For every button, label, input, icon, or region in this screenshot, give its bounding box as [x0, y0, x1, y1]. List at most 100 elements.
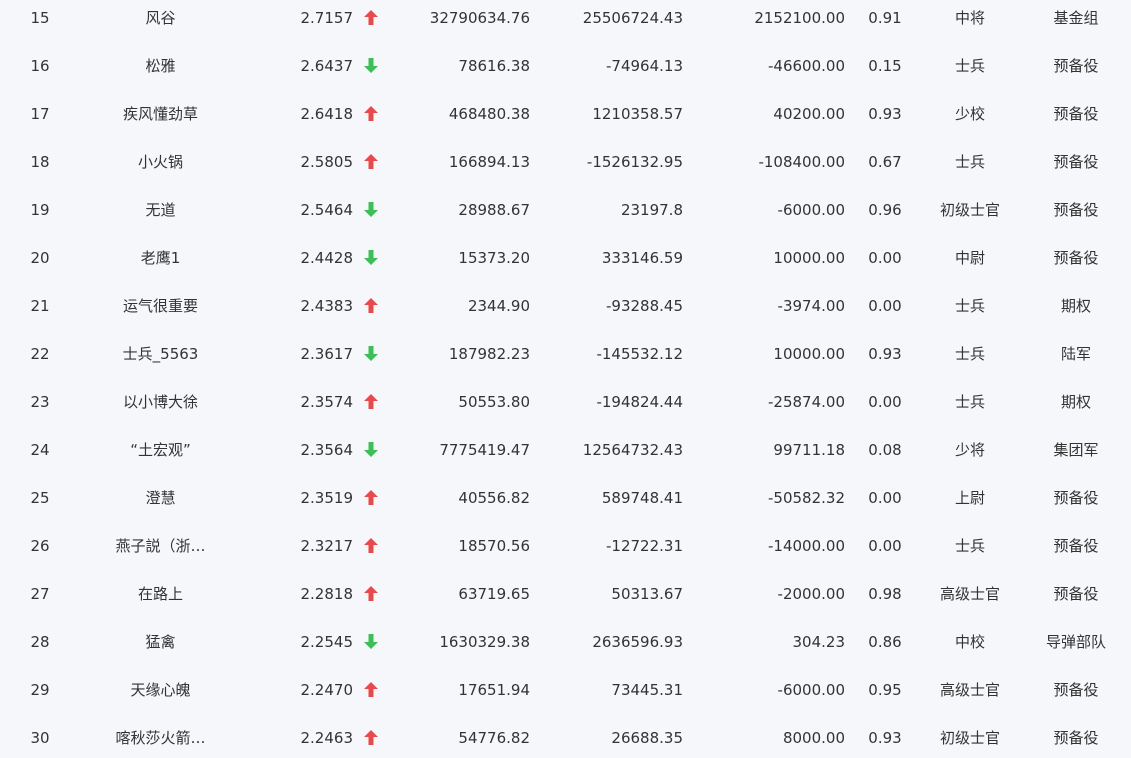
rank-title-cell: 士兵: [954, 153, 985, 171]
name-cell[interactable]: 以小博大徐: [88, 378, 233, 426]
name-cell[interactable]: 无道: [88, 186, 233, 234]
trend-cell: [361, 234, 381, 282]
name-cell[interactable]: 风谷: [88, 0, 233, 42]
rank-cell: 28: [30, 633, 50, 651]
value3-cell: -2000.00: [777, 585, 845, 603]
arrow-up-icon: [364, 681, 378, 697]
value2-cell: 25506724.43: [582, 9, 683, 27]
value2-cell: -74964.13: [606, 57, 683, 75]
value3-cell: 99711.18: [773, 441, 845, 459]
value3-cell: 10000.00: [773, 345, 845, 363]
table-row[interactable]: 16 松雅 2.6437 78616.38 -74964.13 -46600.00 0.15…: [0, 42, 1131, 90]
name-cell[interactable]: 澄慧: [88, 474, 233, 522]
value2-cell: 26688.35: [611, 729, 683, 747]
trend-cell: [361, 618, 381, 666]
name-cell[interactable]: 猛禽: [88, 618, 233, 666]
ratio-cell: 0.91: [868, 9, 902, 27]
name-cell[interactable]: 天缘心魄: [88, 666, 233, 714]
trend-cell: [361, 474, 381, 522]
value1-cell: 166894.13: [448, 153, 530, 171]
arrow-up-icon: [364, 585, 378, 601]
rank-title-cell: 高级士官: [939, 681, 1000, 699]
trend-cell: [361, 330, 381, 378]
rank-title-cell: 中校: [954, 633, 985, 651]
table-row[interactable]: 21 运气很重要 2.4383 2344.90 -93288.45 -3974.00 0.0…: [0, 282, 1131, 330]
score-cell: 2.3217: [300, 537, 354, 555]
value2-cell: 50313.67: [611, 585, 683, 603]
table-row[interactable]: 19 无道 2.5464 28988.67 23197.8 -6000.00 0.96 初级士…: [0, 186, 1131, 234]
trend-cell: [361, 570, 381, 618]
value2-cell: -93288.45: [606, 297, 683, 315]
score-cell: 2.5464: [300, 201, 354, 219]
arrow-up-icon: [364, 393, 378, 409]
table-row[interactable]: 24 “土宏观” 2.3564 7775419.47 12564732.43 99711.…: [0, 426, 1131, 474]
rank-title-cell: 士兵: [954, 537, 985, 555]
unit-cell: 预备役: [1053, 537, 1099, 555]
name-cell[interactable]: “土宏观”: [88, 426, 233, 474]
arrow-down-icon: [364, 633, 378, 649]
table-row[interactable]: 26 燕子説（浙… 2.3217 18570.56 -12722.31 -14000.00…: [0, 522, 1131, 570]
value1-cell: 15373.20: [458, 249, 530, 267]
unit-cell: 预备役: [1053, 681, 1099, 699]
table-row[interactable]: 23 以小博大徐 2.3574 50553.80 -194824.44 -25874.00…: [0, 378, 1131, 426]
ratio-cell: 0.96: [868, 201, 902, 219]
value2-cell: -12722.31: [606, 537, 683, 555]
table-row[interactable]: 29 天缘心魄 2.2470 17651.94 73445.31 -6000.00 0.95…: [0, 666, 1131, 714]
value2-cell: 23197.8: [620, 201, 683, 219]
trend-cell: [361, 282, 381, 330]
value3-cell: 8000.00: [782, 729, 845, 747]
rank-title-cell: 少校: [954, 105, 985, 123]
value1-cell: 28988.67: [458, 201, 530, 219]
name-cell[interactable]: 喀秋莎火箭…: [88, 714, 233, 758]
ratio-cell: 0.67: [868, 153, 902, 171]
score-cell: 2.3564: [300, 441, 354, 459]
name-cell[interactable]: 在路上: [88, 570, 233, 618]
score-cell: 2.5805: [300, 153, 354, 171]
table-row[interactable]: 25 澄慧 2.3519 40556.82 589748.41 -50582.32 0.00…: [0, 474, 1131, 522]
table-row[interactable]: 20 老鹰1 2.4428 15373.20 333146.59 10000.00 0.00…: [0, 234, 1131, 282]
arrow-up-icon: [364, 537, 378, 553]
score-cell: 2.2470: [300, 681, 354, 699]
trend-cell: [361, 186, 381, 234]
name-cell[interactable]: 松雅: [88, 42, 233, 90]
rank-title-cell: 士兵: [954, 393, 985, 411]
rank-title-cell: 士兵: [954, 345, 985, 363]
value1-cell: 18570.56: [458, 537, 530, 555]
table-row[interactable]: 27 在路上 2.2818 63719.65 50313.67 -2000.00 0.98 高…: [0, 570, 1131, 618]
value1-cell: 1630329.38: [439, 633, 530, 651]
trend-cell: [361, 0, 381, 42]
ratio-cell: 0.15: [868, 57, 902, 75]
rank-title-cell: 少将: [954, 441, 985, 459]
score-cell: 2.3519: [300, 489, 354, 507]
value1-cell: 50553.80: [458, 393, 530, 411]
table-row[interactable]: 30 喀秋莎火箭… 2.2463 54776.82 26688.35 8000.00 0.9…: [0, 714, 1131, 758]
rank-title-cell: 士兵: [954, 297, 985, 315]
value1-cell: 2344.90: [467, 297, 530, 315]
table-row[interactable]: 28 猛禽 2.2545 1630329.38 2636596.93 304.23 0.86…: [0, 618, 1131, 666]
table-row[interactable]: 22 士兵_5563 2.3617 187982.23 -145532.12 10000.…: [0, 330, 1131, 378]
name-cell[interactable]: 疾风懂劲草: [88, 90, 233, 138]
unit-cell: 期权: [1060, 393, 1091, 411]
ratio-cell: 0.93: [868, 345, 902, 363]
unit-cell: 预备役: [1053, 57, 1099, 75]
trend-cell: [361, 426, 381, 474]
ratio-cell: 0.93: [868, 729, 902, 747]
ratio-cell: 0.00: [868, 537, 902, 555]
rank-cell: 19: [30, 201, 50, 219]
arrow-up-icon: [364, 9, 378, 25]
unit-cell: 基金组: [1053, 9, 1099, 27]
unit-cell: 陆军: [1060, 345, 1091, 363]
name-cell[interactable]: 燕子説（浙…: [88, 522, 233, 570]
name-cell[interactable]: 士兵_5563: [88, 330, 233, 378]
unit-cell: 预备役: [1053, 489, 1099, 507]
ratio-cell: 0.00: [868, 489, 902, 507]
name-cell[interactable]: 运气很重要: [88, 282, 233, 330]
name-cell[interactable]: 小火锅: [88, 138, 233, 186]
table-row[interactable]: 18 小火锅 2.5805 166894.13 -1526132.95 -108400.0…: [0, 138, 1131, 186]
table-row[interactable]: 15 风谷 2.7157 32790634.76 25506724.43 2152100.…: [0, 0, 1131, 42]
rank-cell: 27: [30, 585, 50, 603]
arrow-up-icon: [364, 105, 378, 121]
table-row[interactable]: 17 疾风懂劲草 2.6418 468480.38 1210358.57 40200.00…: [0, 90, 1131, 138]
name-cell[interactable]: 老鹰1: [88, 234, 233, 282]
arrow-up-icon: [364, 489, 378, 505]
